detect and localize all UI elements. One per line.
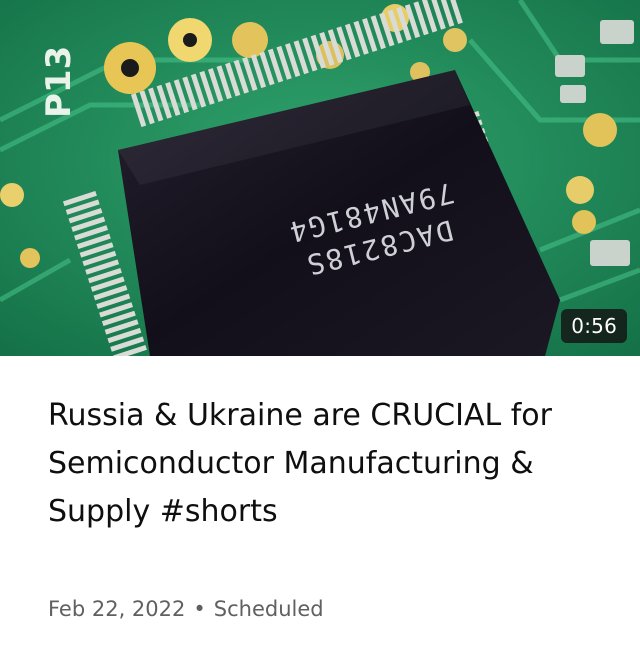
- status-label: Scheduled: [213, 597, 324, 621]
- board-label: P13: [39, 46, 79, 118]
- video-thumbnail[interactable]: P13 DAC8218S 79AN481G4 0:56: [0, 0, 640, 356]
- meta-separator: •: [193, 597, 206, 621]
- upload-date: Feb 22, 2022: [48, 597, 186, 621]
- video-title[interactable]: Russia & Ukraine are CRUCIAL for Semicon…: [48, 392, 608, 536]
- video-meta: Feb 22, 2022 • Scheduled: [48, 594, 324, 624]
- duration-badge: 0:56: [561, 309, 627, 343]
- circuit-board-image: P13 DAC8218S 79AN481G4: [0, 0, 640, 356]
